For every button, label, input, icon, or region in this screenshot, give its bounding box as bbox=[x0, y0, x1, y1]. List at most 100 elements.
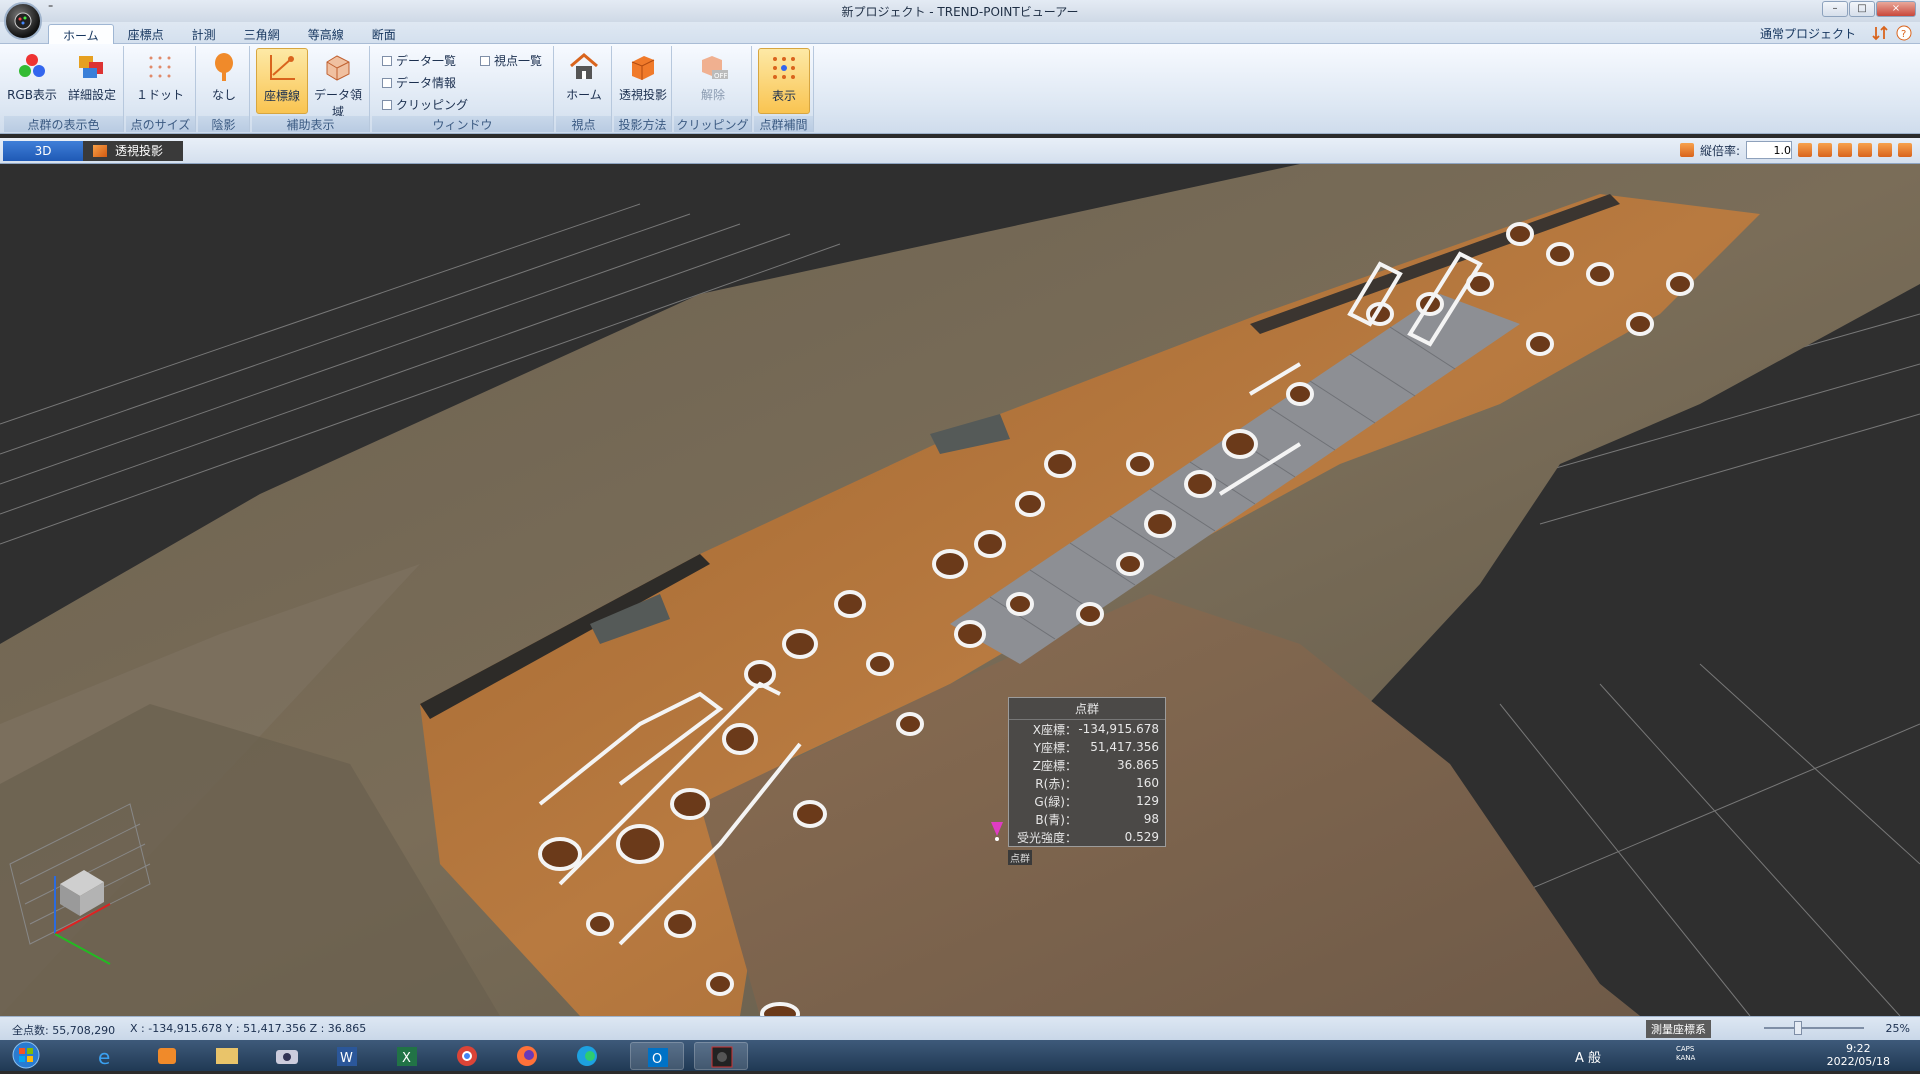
tab-tin[interactable]: 三角網 bbox=[230, 24, 294, 44]
taskbar-media[interactable] bbox=[140, 1042, 194, 1070]
rgb-display-button[interactable]: RGB表示 bbox=[6, 48, 58, 114]
palette-icon bbox=[79, 56, 103, 78]
taskbar-firefox[interactable] bbox=[500, 1042, 554, 1070]
axis-icon bbox=[270, 55, 295, 80]
zoom-slider-thumb[interactable] bbox=[1794, 1021, 1802, 1035]
group-point-interp: 表示 点群補間 bbox=[754, 46, 814, 132]
start-button[interactable] bbox=[6, 1040, 46, 1071]
popup-row-x: X座標： -134,915.678 bbox=[1032, 722, 1159, 737]
point-cloud-scene bbox=[0, 164, 1920, 1016]
svg-text:e: e bbox=[98, 1045, 110, 1069]
tab-3d[interactable]: 3D bbox=[3, 141, 83, 161]
vertical-scale-control: 縦倍率: bbox=[1679, 141, 1912, 159]
group-window: データ一覧 視点一覧 データ情報 クリッピング ウィンドウ bbox=[372, 46, 554, 132]
taskbar-outlook[interactable]: O bbox=[630, 1042, 684, 1070]
sort-icon[interactable] bbox=[1872, 25, 1888, 41]
tab-contour[interactable]: 等高線 bbox=[294, 24, 358, 44]
popup-row-r: R(赤)： 160 bbox=[1035, 776, 1159, 791]
app-orb-icon bbox=[14, 12, 32, 30]
taskbar-explorer[interactable] bbox=[200, 1042, 254, 1070]
taskbar: e W X O A 般 CAPS KANA 9:22 2022/05/18 bbox=[0, 1040, 1920, 1071]
taskbar-word[interactable]: W bbox=[320, 1042, 374, 1070]
cube-icon bbox=[631, 56, 655, 80]
title-bar: ⁼ 新プロジェクト - TREND-POINTビューアー – □ × bbox=[0, 0, 1920, 22]
pin-tag: 点群 bbox=[1008, 850, 1032, 865]
clipping-off-icon: OFF bbox=[702, 56, 728, 80]
point-info-popup: 点群 X座標： -134,915.678 Y座標： 51,417.356 Z座標： 3… bbox=[1008, 697, 1166, 847]
taskbar-trend-point[interactable] bbox=[694, 1042, 748, 1070]
popup-row-y: Y座標： 51,417.356 bbox=[1033, 740, 1159, 755]
group-projection: 透視投影 投影方法 bbox=[614, 46, 672, 132]
perspective-button[interactable]: 透視投影 bbox=[617, 48, 669, 114]
svg-text:?: ? bbox=[1901, 29, 1906, 40]
tabs-right-icons: ? bbox=[1872, 25, 1912, 41]
window-title: 新プロジェクト - TREND-POINTビューアー bbox=[841, 4, 1079, 19]
tab-coordinate-points[interactable]: 座標点 bbox=[114, 24, 178, 44]
popup-row-z: Z座標： 36.865 bbox=[1032, 758, 1159, 773]
taskbar-excel[interactable]: X bbox=[380, 1042, 434, 1070]
app-menu-button[interactable] bbox=[4, 2, 42, 40]
pin-icon[interactable] bbox=[990, 821, 1004, 841]
home-small-icon[interactable] bbox=[1798, 143, 1812, 157]
view-iso-icon[interactable] bbox=[1878, 143, 1892, 157]
tab-perspective[interactable]: 透視投影 bbox=[83, 141, 183, 161]
data-list-checkbox[interactable]: データ一覧 bbox=[382, 52, 456, 69]
view-side-icon[interactable] bbox=[1838, 143, 1852, 157]
popup-title: 点群 bbox=[1009, 698, 1165, 720]
ribbon: RGB表示 詳細設定 点群の表示色 １ドット 点のサイズ なし 陰影 座標線 デ… bbox=[0, 44, 1920, 134]
group-shading: なし 陰影 bbox=[198, 46, 250, 132]
data-area-icon bbox=[326, 55, 350, 81]
zoom-level: 25% bbox=[1885, 1022, 1910, 1035]
status-bar: 全点数: 55,708,290 X : -134,915.678 Y : 51,… bbox=[0, 1016, 1920, 1040]
view-list-checkbox[interactable]: 視点一覧 bbox=[480, 52, 542, 69]
shade-none-button[interactable]: なし bbox=[198, 48, 250, 114]
popup-row-g: G(緑)： 129 bbox=[1034, 794, 1159, 809]
data-area-button[interactable]: データ領域 bbox=[312, 48, 364, 119]
clipping-window-checkbox[interactable]: クリッピング bbox=[382, 96, 468, 113]
cursor-coordinates: X : -134,915.678 Y : 51,417.356 Z : 36.8… bbox=[130, 1022, 367, 1035]
zoom-slider[interactable] bbox=[1764, 1021, 1864, 1035]
svg-text:O: O bbox=[652, 1052, 662, 1067]
taskbar-ie[interactable]: e bbox=[80, 1042, 134, 1070]
view-back-icon[interactable] bbox=[1898, 143, 1912, 157]
data-info-checkbox[interactable]: データ情報 bbox=[382, 74, 456, 91]
coord-system-button[interactable]: 測量座標系 bbox=[1646, 1020, 1711, 1038]
view-tab-bar: 3D 透視投影 縦倍率: bbox=[0, 138, 1920, 164]
minimize-button[interactable]: – bbox=[1822, 1, 1848, 17]
tab-section[interactable]: 断面 bbox=[358, 24, 410, 44]
svg-text:OFF: OFF bbox=[714, 72, 728, 80]
window-controls: – □ × bbox=[1822, 1, 1916, 17]
group-aux-display: 座標線 データ領域 補助表示 bbox=[252, 46, 370, 132]
total-points: 全点数: 55,708,290 bbox=[12, 1024, 116, 1037]
3d-viewport[interactable]: 点群 点群 X座標： -134,915.678 Y座標： 51,417.356 Z座… bbox=[0, 164, 1920, 1016]
axis-small-icon[interactable] bbox=[1679, 143, 1694, 157]
close-button[interactable]: × bbox=[1876, 1, 1916, 17]
axis-lines-button[interactable]: 座標線 bbox=[256, 48, 308, 114]
shade-icon bbox=[215, 53, 233, 81]
tab-home[interactable]: ホーム bbox=[48, 24, 114, 44]
maximize-button[interactable]: □ bbox=[1849, 1, 1875, 17]
detail-settings-button[interactable]: 詳細設定 bbox=[66, 48, 118, 114]
view-front-icon[interactable] bbox=[1818, 143, 1832, 157]
ribbon-tabs: ホーム 座標点 計測 三角網 等高線 断面 bbox=[48, 24, 410, 44]
taskbar-clock[interactable]: 9:22 2022/05/18 bbox=[1827, 1042, 1890, 1068]
clipping-release-button[interactable]: OFF 解除 bbox=[687, 48, 739, 114]
taskbar-edge[interactable] bbox=[560, 1042, 614, 1070]
interp-show-button[interactable]: 表示 bbox=[758, 48, 810, 114]
lock-key-indicator: CAPS KANA bbox=[1676, 1045, 1696, 1062]
cube-small-icon bbox=[93, 145, 107, 157]
one-dot-button[interactable]: １ドット bbox=[134, 48, 186, 114]
help-icon[interactable]: ? bbox=[1896, 25, 1912, 41]
quick-access-toolbar[interactable]: ⁼ bbox=[48, 3, 53, 14]
view-top-icon[interactable] bbox=[1858, 143, 1872, 157]
popup-row-b: B(青)： 98 bbox=[1035, 812, 1159, 827]
taskbar-camera[interactable] bbox=[260, 1042, 314, 1070]
project-mode-dropdown[interactable]: 通常プロジェクト bbox=[1760, 25, 1856, 42]
vertical-scale-input[interactable] bbox=[1746, 141, 1792, 159]
rgb-icon bbox=[19, 54, 45, 77]
tab-measure[interactable]: 計測 bbox=[178, 24, 230, 44]
group-viewpoint: ホーム 視点 bbox=[556, 46, 612, 132]
home-view-button[interactable]: ホーム bbox=[558, 48, 610, 114]
taskbar-chrome[interactable] bbox=[440, 1042, 494, 1070]
ime-indicator[interactable]: A 般 bbox=[1575, 1047, 1601, 1066]
